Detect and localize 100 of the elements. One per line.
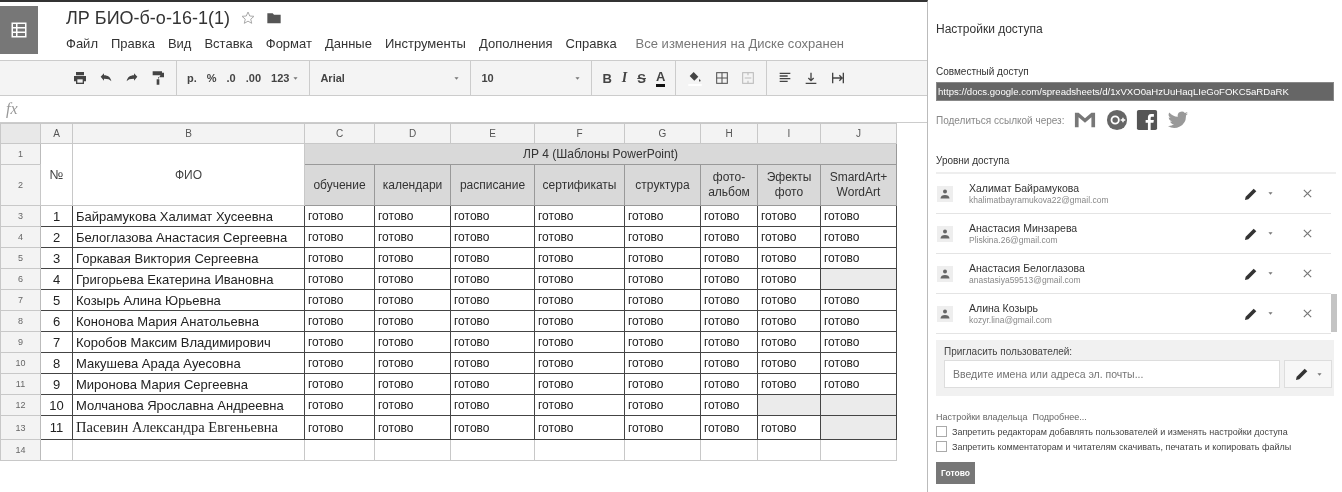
column-header[interactable]: I [757, 123, 821, 144]
menu-item[interactable]: Вид [167, 36, 192, 51]
document-title[interactable]: ЛР БИО-б-о-16-1(1) [66, 7, 230, 29]
row-number[interactable]: 7 [0, 289, 41, 311]
menu-item[interactable]: Формат [265, 36, 312, 51]
checkbox[interactable] [936, 441, 947, 452]
table-cell: готово [820, 247, 897, 269]
person-email: anastasiya59513@gmail.com [969, 275, 1082, 285]
menu-item[interactable]: Правка [110, 36, 155, 51]
percent-button[interactable]: % [206, 72, 217, 84]
person-name: Анастасия Белоглазова [969, 262, 1086, 274]
table-cell: готово [534, 394, 625, 416]
table-cell: готово [450, 310, 535, 332]
font-size-dropdown[interactable]: 10 [481, 72, 582, 84]
person-email: khalimatbayramukova22@gmail.com [969, 195, 1110, 205]
row-number[interactable]: 1 [0, 143, 41, 165]
table-cell: 11 [40, 415, 73, 440]
menu-item[interactable]: Инструменты [384, 36, 466, 51]
table-cell: готово [757, 352, 821, 374]
table-cell: готово [374, 247, 451, 269]
decrease-decimal-button[interactable]: .0 [226, 72, 236, 84]
table-cell: готово [450, 373, 535, 395]
table-cell: готово [374, 415, 451, 440]
paint-format-icon[interactable] [150, 70, 166, 86]
column-header[interactable]: G [624, 123, 701, 144]
invite-field[interactable]: Введите имена или адреса эл. почты... [944, 360, 1280, 388]
app-logo[interactable] [0, 6, 38, 54]
table-cell: готово [700, 331, 758, 353]
column-header[interactable]: B [72, 123, 305, 144]
strikethrough-button[interactable]: S [637, 70, 646, 86]
person-name: Алина Козырь [969, 302, 1040, 314]
row-number[interactable]: 12 [0, 394, 41, 416]
column-header[interactable]: F [534, 123, 625, 144]
table-cell: сертификаты [534, 164, 625, 206]
table-cell: готово [700, 415, 758, 440]
table-cell: готово [700, 352, 758, 374]
menu-item[interactable]: Справка [565, 36, 617, 51]
table-cell: SmardArt+ WordArt [820, 164, 897, 206]
column-header[interactable]: D [374, 123, 451, 144]
google-plus-icon[interactable] [1106, 109, 1129, 131]
table-cell: готово [304, 415, 375, 440]
star-icon[interactable] [239, 10, 256, 26]
table-cell: готово [304, 394, 375, 416]
row-number[interactable]: 10 [0, 352, 41, 374]
person-name: Халимат Байрамукова [969, 182, 1081, 194]
increase-decimal-button[interactable]: .00 [245, 72, 262, 84]
row-number[interactable]: 6 [0, 268, 41, 290]
fill-color-icon[interactable] [686, 70, 705, 86]
done-button[interactable]: Готово [936, 462, 975, 484]
menu-item[interactable]: Данные [324, 36, 372, 51]
font-dropdown[interactable]: Arial [320, 72, 461, 84]
share-label: Поделиться ссылкой через: [936, 114, 1065, 126]
save-status: Все изменения на Диске сохранен [635, 36, 845, 51]
row-number[interactable]: 8 [0, 310, 41, 332]
close-icon[interactable] [1302, 268, 1313, 279]
pencil-icon [1293, 366, 1310, 382]
close-icon[interactable] [1302, 188, 1313, 199]
table-cell: готово [534, 205, 625, 227]
permission-dropdown[interactable] [1284, 360, 1332, 388]
menu-item[interactable]: Дополнения [478, 36, 553, 51]
close-icon[interactable] [1302, 228, 1313, 239]
row-number[interactable]: 5 [0, 247, 41, 269]
bold-button[interactable]: B [602, 70, 612, 86]
table-cell: готово [820, 289, 897, 311]
row-number[interactable]: 9 [0, 331, 41, 353]
column-header[interactable]: E [450, 123, 535, 144]
table-cell: 9 [40, 373, 73, 395]
menu-item[interactable]: Файл [66, 36, 98, 51]
row-number[interactable]: 4 [0, 226, 41, 248]
menu-item[interactable]: Вставка [204, 36, 253, 51]
print-icon[interactable] [72, 70, 88, 86]
borders-icon[interactable] [714, 70, 731, 86]
table-cell: готово [374, 205, 451, 227]
italic-button[interactable]: I [621, 70, 628, 86]
checkbox[interactable] [936, 426, 947, 437]
text-color-button[interactable]: A [655, 69, 666, 87]
section-label: Уровни доступа [936, 155, 1011, 166]
table-cell: готово [374, 268, 451, 290]
facebook-icon[interactable] [1136, 109, 1159, 131]
scrollbar[interactable] [1331, 294, 1337, 332]
table-cell: 6 [40, 310, 73, 332]
row-number[interactable]: 2 [0, 164, 41, 206]
number-format-dropdown[interactable]: 123 [271, 72, 300, 84]
row-number[interactable]: 13 [0, 415, 41, 440]
currency-button[interactable]: р. [187, 72, 197, 84]
column-header[interactable]: A [40, 123, 73, 144]
table-cell: готово [820, 310, 897, 332]
merge-cells-icon[interactable] [740, 70, 757, 86]
close-icon[interactable] [1302, 308, 1313, 319]
table-cell: готово [624, 247, 701, 269]
folder-icon[interactable] [265, 10, 282, 26]
column-header[interactable]: J [820, 123, 897, 144]
column-header[interactable]: C [304, 123, 375, 144]
link-field[interactable]: https://docs.google.com/spreadsheets/d/1xVXO0aHzUuHaqLIeGoFOKC5aRDaRK [936, 82, 1334, 101]
learn-more-link[interactable]: Подробнее... [1032, 412, 1087, 422]
row-number[interactable]: 11 [0, 373, 41, 395]
table-cell: 4 [40, 268, 73, 290]
row-number[interactable]: 3 [0, 205, 41, 227]
column-header[interactable]: H [700, 123, 758, 144]
row-number[interactable]: 14 [0, 439, 41, 461]
